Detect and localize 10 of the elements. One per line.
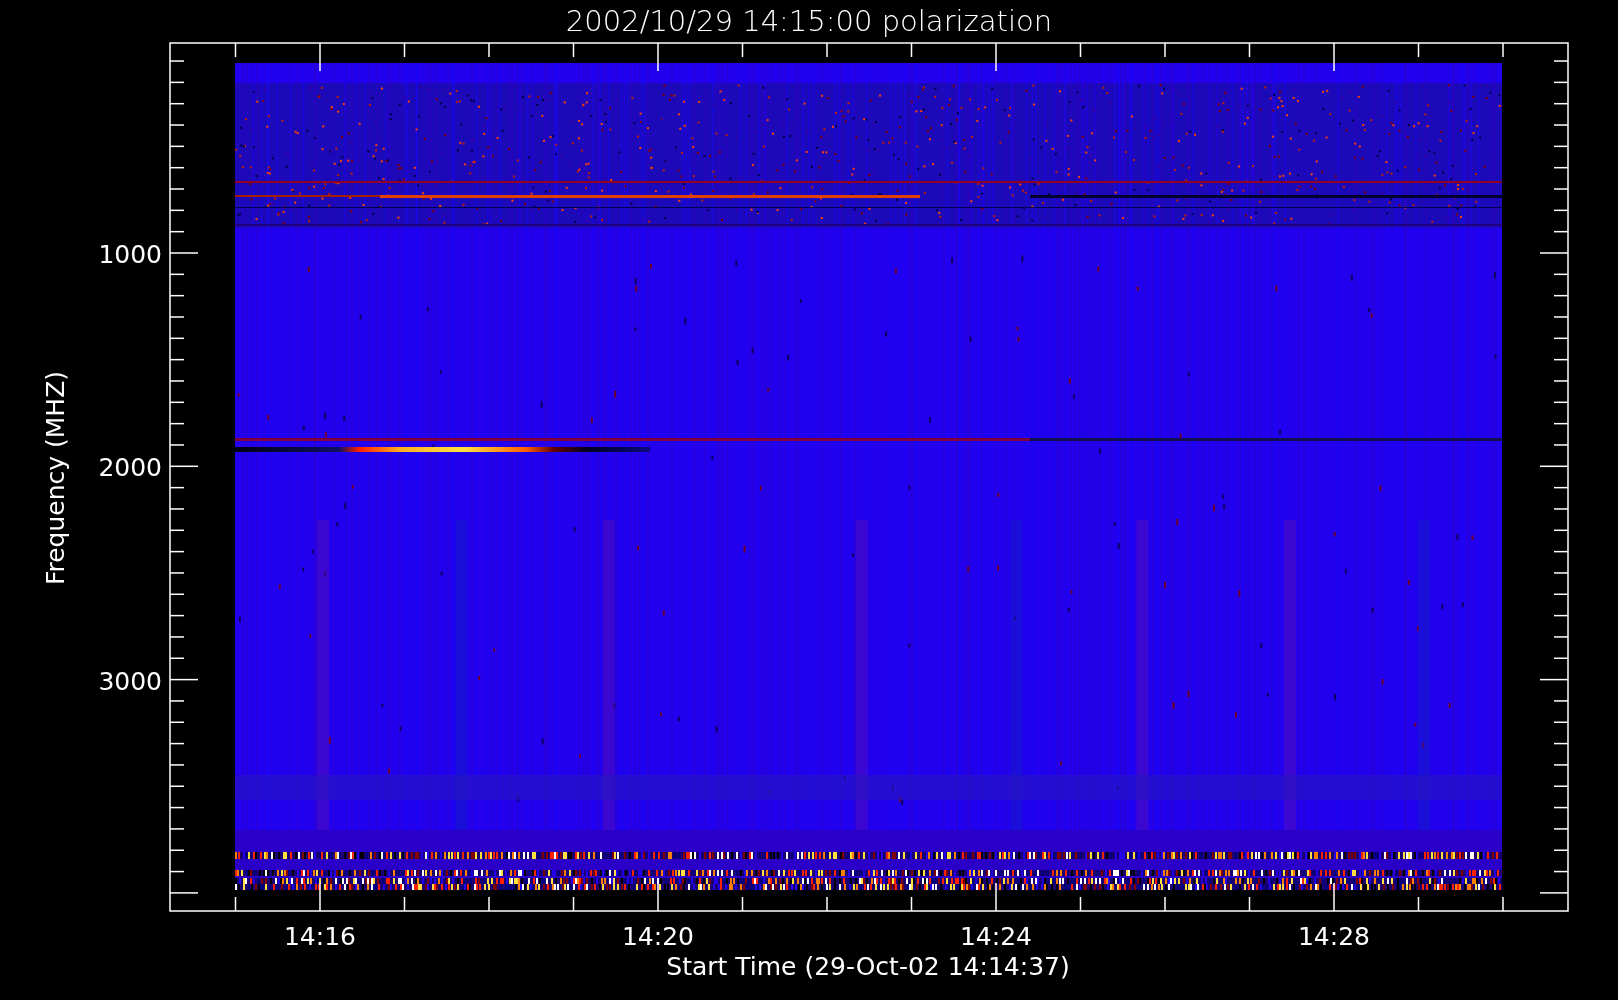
tick-label: 3000 — [98, 666, 162, 696]
tick-label: 14:16 — [284, 922, 356, 951]
tick-label: 14:28 — [1298, 922, 1370, 951]
tick-label: 14:20 — [622, 922, 694, 951]
plot-title: 2002/10/29 14:15:00 polarization — [565, 4, 1053, 38]
tick-label: 14:24 — [960, 922, 1032, 951]
tick-label: 2000 — [98, 453, 162, 483]
axis-title: Frequency (MHZ) — [41, 370, 70, 586]
axis-title: Start Time (29-Oct-02 14:14:37) — [666, 952, 1070, 981]
tick-label: 1000 — [98, 240, 162, 269]
